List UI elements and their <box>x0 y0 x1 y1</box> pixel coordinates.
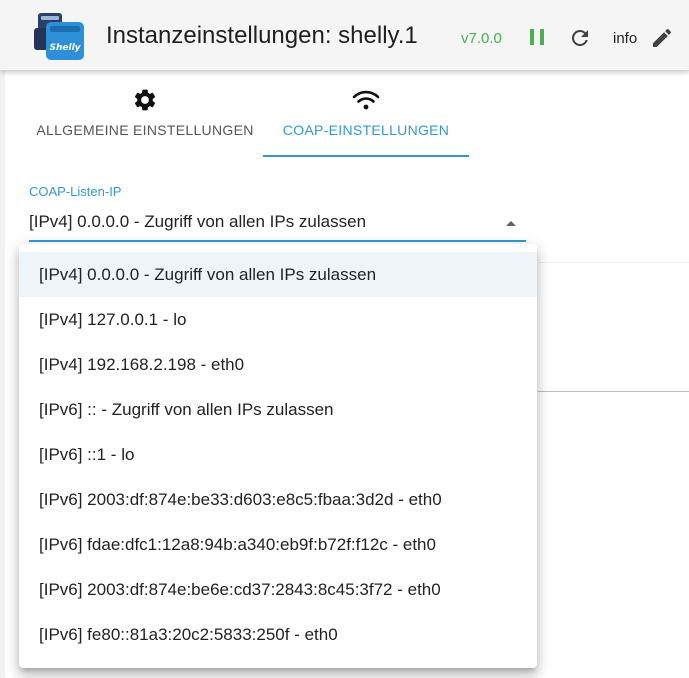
divider <box>538 391 689 392</box>
gear-icon <box>132 87 158 113</box>
pencil-icon <box>650 26 674 55</box>
coap-listen-ip-select[interactable]: [IPv4] 0.0.0.0 - Zugriff von allen IPs z… <box>29 212 366 232</box>
tab-coap-settings[interactable]: COAP-EINSTELLUNGEN <box>263 70 469 158</box>
dropdown-option[interactable]: [IPv6] 2003:df:874e:be33:d603:e8c5:fbaa:… <box>19 477 537 522</box>
shelly-logo-icon: Shelly <box>32 10 86 62</box>
coap-listen-ip-label: COAP-Listen-IP <box>29 184 122 199</box>
select-underline <box>29 240 526 242</box>
refresh-icon <box>568 26 592 55</box>
dropdown-option[interactable]: [IPv4] 127.0.0.1 - lo <box>19 297 537 342</box>
pause-icon <box>527 27 547 52</box>
svg-text:Shelly: Shelly <box>49 43 81 53</box>
edit-button[interactable] <box>648 26 676 54</box>
app-bar: Shelly Instanzeinstellungen: shelly.1 v7… <box>0 0 689 71</box>
tab-general-settings-label: ALLGEMEINE EINSTELLUNGEN <box>36 122 254 138</box>
dropdown-option[interactable]: [IPv4] 0.0.0.0 - Zugriff von allen IPs z… <box>19 252 537 297</box>
divider <box>538 262 689 263</box>
dropdown-option[interactable]: [IPv6] fdae:dfc1:12a8:94b:a340:eb9f:b72f… <box>19 522 537 567</box>
dropdown-option[interactable]: [IPv6] ::1 - lo <box>19 432 537 477</box>
refresh-button[interactable] <box>566 26 594 54</box>
wifi-icon <box>352 87 380 113</box>
dropdown-option[interactable]: [IPv4] 192.168.2.198 - eth0 <box>19 342 537 387</box>
dropdown-option[interactable]: [IPv6] :: - Zugriff von allen IPs zulass… <box>19 387 537 432</box>
dropdown-option[interactable]: [IPv6] 2003:df:874e:be6e:cd37:2843:8c45:… <box>19 567 537 612</box>
caret-up-icon[interactable] <box>503 215 519 231</box>
active-tab-indicator <box>263 155 469 157</box>
page-title: Instanzeinstellungen: shelly.1 <box>106 22 418 49</box>
info-button[interactable]: info <box>613 30 637 47</box>
ip-options-dropdown: [IPv4] 0.0.0.0 - Zugriff von allen IPs z… <box>19 244 537 668</box>
version-label: v7.0.0 <box>461 30 502 47</box>
pause-button[interactable] <box>524 26 550 52</box>
dropdown-option[interactable]: [IPv6] fe80::81a3:20c2:5833:250f - eth0 <box>19 612 537 657</box>
tab-general-settings[interactable]: ALLGEMEINE EINSTELLUNGEN <box>19 70 271 158</box>
tab-coap-settings-label: COAP-EINSTELLUNGEN <box>282 122 450 138</box>
